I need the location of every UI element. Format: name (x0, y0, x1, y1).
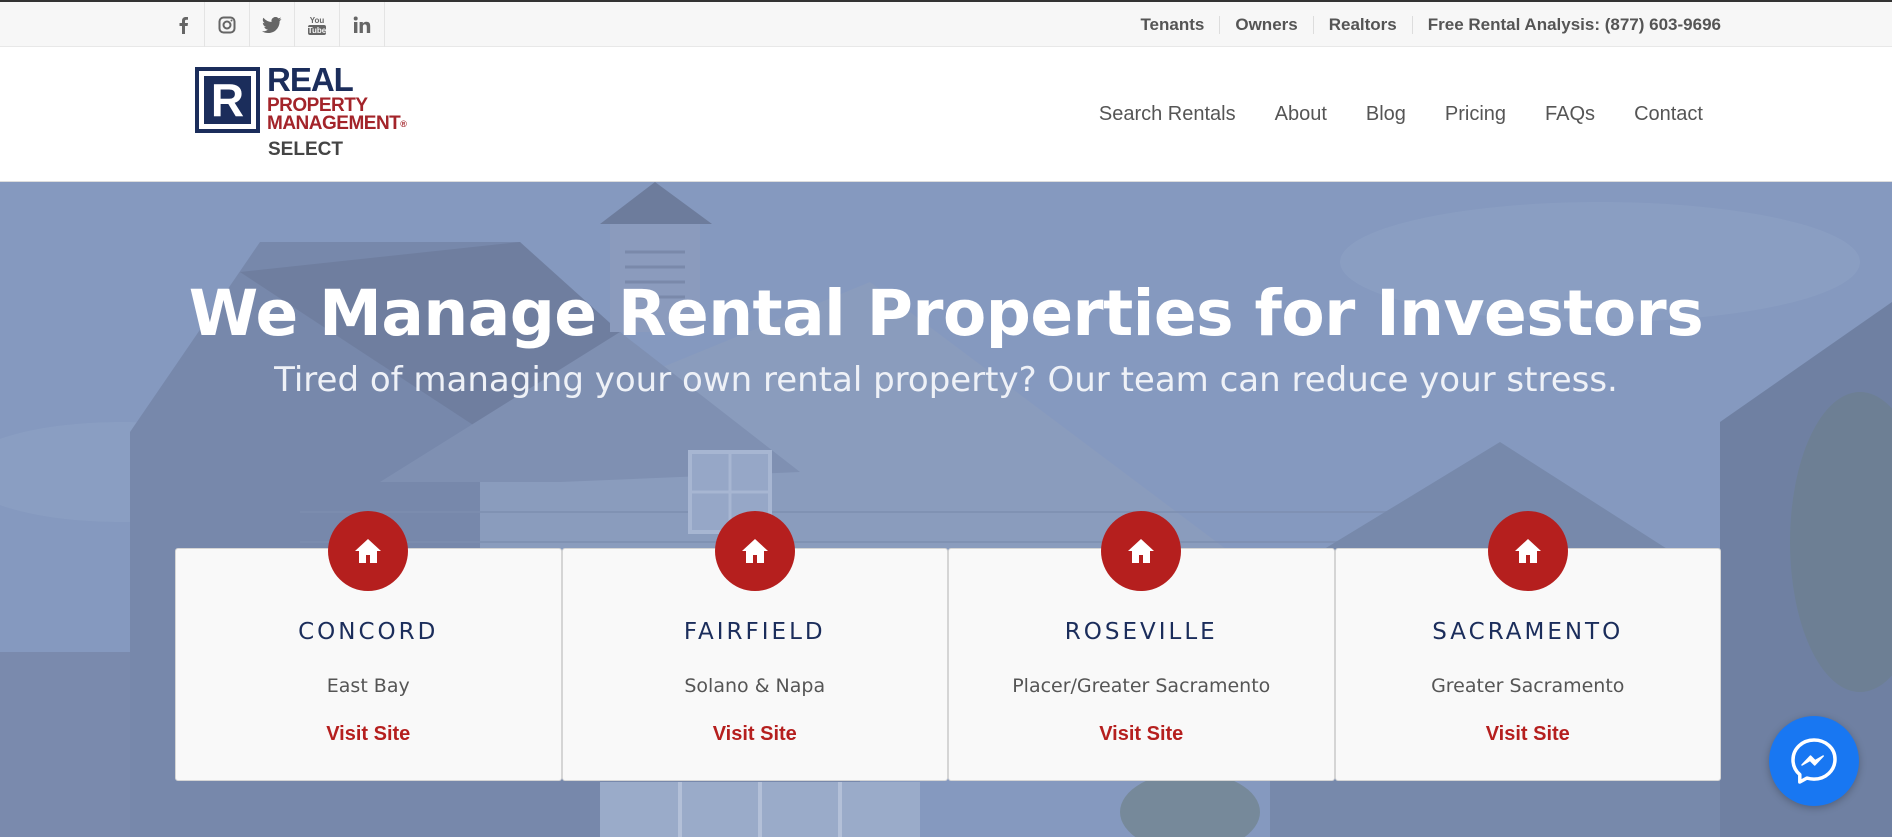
free-rental-analysis-link[interactable]: Free Rental Analysis: (877) 603-9696 (1411, 15, 1721, 34)
logo-line2: MANAGEMENT (267, 113, 401, 134)
tenants-link[interactable]: Tenants (1125, 15, 1219, 34)
home-icon (1101, 511, 1182, 591)
location-card-roseville: ROSEVILLE Placer/Greater Sacramento Visi… (948, 511, 1335, 781)
svg-text:Tube: Tube (308, 26, 327, 35)
card-city: CONCORD (298, 619, 439, 645)
nav-blog[interactable]: Blog (1366, 103, 1406, 126)
home-icon (714, 511, 795, 591)
visit-site-link[interactable]: Visit Site (563, 723, 948, 746)
hero-subtitle: Tired of managing your own rental proper… (274, 360, 1618, 400)
card-city: FAIRFIELD (683, 619, 826, 645)
linkedin-icon[interactable] (340, 2, 385, 47)
card-city: SACRAMENTO (1432, 619, 1624, 645)
nav-search-rentals[interactable]: Search Rentals (1099, 103, 1236, 126)
utility-links: Tenants Owners Realtors Free Rental Anal… (1125, 2, 1721, 47)
visit-site-link[interactable]: Visit Site (1336, 723, 1721, 746)
youtube-icon[interactable]: You Tube (295, 2, 340, 47)
card-city: ROSEVILLE (1064, 619, 1218, 645)
company-logo[interactable]: R REAL PROPERTY MANAGEMENT® SELECT (195, 63, 407, 162)
card-region: Placer/Greater Sacramento (1012, 675, 1271, 697)
facebook-icon[interactable] (160, 2, 205, 47)
nav-about[interactable]: About (1275, 103, 1327, 126)
location-card-sacramento: SACRAMENTO Greater Sacramento Visit Site (1334, 511, 1721, 781)
card-region: East Bay (326, 675, 410, 697)
location-card-concord: CONCORD East Bay Visit Site (175, 511, 562, 781)
visit-site-link[interactable]: Visit Site (176, 723, 561, 746)
logo-real-text: REAL (267, 61, 354, 98)
location-cards: CONCORD East Bay Visit Site FAIRFIELD So… (175, 511, 1721, 781)
top-bar: You Tube Tenants Owners Realtors Free Ren… (0, 0, 1892, 47)
messenger-chat-button[interactable] (1769, 716, 1859, 806)
card-region: Solano & Napa (684, 675, 826, 697)
logo-mark: R (195, 67, 260, 133)
logo-line2-wrap: MANAGEMENT® (267, 113, 407, 134)
social-links: You Tube (160, 2, 385, 47)
messenger-icon (1791, 738, 1837, 784)
main-nav: Search Rentals About Blog Pricing FAQs C… (1060, 47, 1703, 182)
realtors-link[interactable]: Realtors (1312, 15, 1412, 34)
instagram-icon[interactable] (205, 2, 250, 47)
logo-pm-text: PROPERTY MANAGEMENT® (267, 96, 407, 134)
visit-site-link[interactable]: Visit Site (949, 723, 1334, 746)
nav-contact[interactable]: Contact (1634, 103, 1703, 126)
logo-registered-mark: ® (400, 119, 407, 129)
home-icon (1487, 511, 1568, 591)
hero-section: We Manage Rental Properties for Investor… (0, 182, 1892, 837)
site-header: R REAL PROPERTY MANAGEMENT® SELECT Searc… (0, 47, 1892, 182)
twitter-icon[interactable] (250, 2, 295, 47)
svg-text:You: You (310, 16, 325, 25)
hero-title: We Manage Rental Properties for Investor… (188, 277, 1704, 350)
home-icon (328, 511, 409, 591)
nav-faqs[interactable]: FAQs (1545, 103, 1595, 126)
nav-pricing[interactable]: Pricing (1445, 103, 1506, 126)
logo-mark-letter: R (204, 76, 251, 124)
card-region: Greater Sacramento (1431, 675, 1625, 697)
location-card-fairfield: FAIRFIELD Solano & Napa Visit Site (561, 511, 948, 781)
owners-link[interactable]: Owners (1219, 15, 1312, 34)
logo-select-text: SELECT (268, 139, 343, 160)
